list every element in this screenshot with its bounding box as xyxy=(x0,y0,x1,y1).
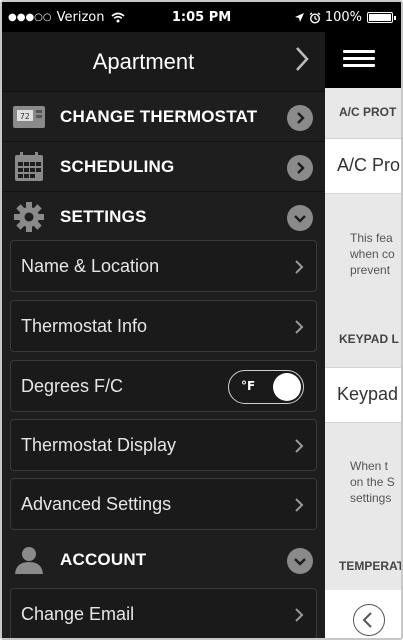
thermostat-icon: 72 xyxy=(12,102,46,132)
section-label: ACCOUNT xyxy=(60,550,147,569)
chevron-right-icon xyxy=(295,260,304,274)
menu-item-thermostat-info[interactable]: Thermostat Info xyxy=(10,300,317,352)
back-button[interactable] xyxy=(353,604,385,636)
back-bar xyxy=(325,590,401,638)
section-header-keypad: KEYPAD L xyxy=(339,332,399,346)
note-keypad-line-2: on the S xyxy=(350,475,395,489)
settings-content-panel: A/C PROT A/C Pro This fea when co preven… xyxy=(325,32,401,638)
toggle-knob[interactable] xyxy=(273,373,301,401)
row-ac-protection[interactable]: A/C Pro xyxy=(325,138,401,194)
chevron-right-circle-icon[interactable] xyxy=(287,105,313,131)
note-ac-line-2: when co xyxy=(350,247,395,261)
chevron-right-icon xyxy=(295,439,304,453)
sidebar-menu: Apartment 72 CHANGE THERMOSTAT SCHEDULIN… xyxy=(2,32,325,638)
chevron-down-circle-icon[interactable] xyxy=(287,205,313,231)
battery-icon xyxy=(367,12,396,23)
location-arrow-icon xyxy=(294,13,304,22)
section-settings[interactable]: SETTINGS xyxy=(2,192,325,242)
sidebar-header[interactable]: Apartment xyxy=(2,32,325,92)
section-header-temperature: TEMPERAT xyxy=(339,559,401,573)
chevron-right-circle-icon[interactable] xyxy=(287,155,313,181)
menu-item-label: Name & Location xyxy=(21,256,160,276)
user-icon xyxy=(12,545,46,575)
note-ac-line-3: prevent xyxy=(350,263,391,277)
degrees-toggle[interactable]: °F xyxy=(228,370,304,404)
menu-item-thermostat-display[interactable]: Thermostat Display xyxy=(10,419,317,471)
row-label: Keypad xyxy=(337,384,399,404)
section-scheduling[interactable]: SCHEDULING xyxy=(2,142,325,192)
calendar-icon xyxy=(12,152,46,182)
location-title: Apartment xyxy=(92,49,195,74)
menu-item-degrees: Degrees F/C °F xyxy=(10,360,317,412)
menu-item-advanced-settings[interactable]: Advanced Settings xyxy=(10,478,317,530)
menu-item-label: Thermostat Display xyxy=(21,435,177,455)
note-keypad-line-1: When t xyxy=(350,459,389,473)
section-label: SETTINGS xyxy=(60,207,147,226)
svg-text:72: 72 xyxy=(20,112,30,121)
section-change-thermostat[interactable]: 72 CHANGE THERMOSTAT xyxy=(2,92,325,142)
status-bar: ●●●○○ Verizon 1:05 PM 100% xyxy=(2,2,401,32)
chevron-right-icon xyxy=(295,498,304,512)
menu-item-label: Change Email xyxy=(21,604,135,624)
menu-item-label: Thermostat Info xyxy=(21,316,148,336)
hamburger-menu-icon[interactable] xyxy=(343,50,375,68)
app-frame: ●●●○○ Verizon 1:05 PM 100% Apartment 72 … xyxy=(0,0,403,640)
section-label: CHANGE THERMOSTAT xyxy=(60,107,258,126)
menu-item-label: Advanced Settings xyxy=(21,494,172,514)
note-ac-line-1: This fea xyxy=(350,231,393,245)
chevron-left-icon xyxy=(362,612,372,628)
chevron-right-icon xyxy=(295,320,304,334)
chevron-right-icon[interactable] xyxy=(295,46,309,72)
chevron-right-icon xyxy=(295,608,304,622)
row-keypad[interactable]: Keypad xyxy=(325,367,401,423)
section-account[interactable]: ACCOUNT xyxy=(2,535,325,585)
gear-icon xyxy=(12,202,46,232)
section-header-ac-protection: A/C PROT xyxy=(339,105,397,119)
menu-item-label: Degrees F/C xyxy=(21,376,124,396)
chevron-down-circle-icon[interactable] xyxy=(287,548,313,574)
toggle-value: °F xyxy=(241,379,256,393)
battery-percent: 100% xyxy=(324,10,362,25)
status-right: 100% xyxy=(294,10,396,25)
menu-item-change-email[interactable]: Change Email xyxy=(10,588,317,638)
row-label: A/C Pro xyxy=(337,155,401,175)
alarm-clock-icon xyxy=(309,11,321,24)
section-label: SCHEDULING xyxy=(60,157,175,176)
panel-top-bar xyxy=(325,32,401,88)
menu-item-name-location[interactable]: Name & Location xyxy=(10,240,317,292)
note-keypad-line-3: settings xyxy=(350,491,392,505)
